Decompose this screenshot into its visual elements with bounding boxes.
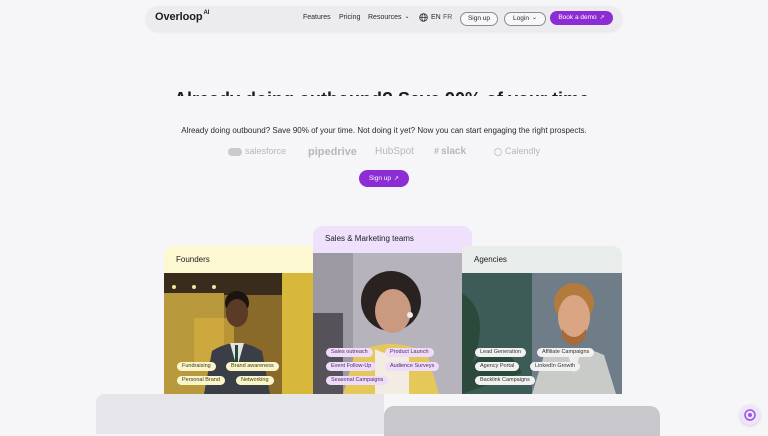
resources-label: Resources xyxy=(368,14,402,21)
tag-audience-surveys: Audience Surveys xyxy=(385,362,440,371)
calendly-text: Calendly xyxy=(505,146,541,156)
sales-photo xyxy=(313,253,462,394)
tag-seasonal-campaigns: Seasonal Campaigns xyxy=(326,376,389,385)
hero-signup-label: Sign up xyxy=(368,175,391,182)
book-demo-label: Book a demo xyxy=(558,14,597,21)
card-title-agencies: Agencies xyxy=(474,255,507,264)
card-title-founders: Founders xyxy=(176,255,210,264)
signup-button[interactable]: Sign up xyxy=(460,12,498,26)
globe-icon[interactable] xyxy=(419,13,428,22)
chevron-down-icon: ⌄ xyxy=(404,14,410,20)
chat-widget-button[interactable] xyxy=(740,405,760,425)
nav-link-resources[interactable]: Resources ⌄ xyxy=(368,14,410,21)
slack-text: slack xyxy=(441,146,467,157)
tag-brand-awareness: Brand awareness xyxy=(226,362,279,371)
tag-backlink-campaigns: Backlink Campaigns xyxy=(475,376,535,385)
lang-en[interactable]: EN xyxy=(431,14,441,21)
logo-text: Overloop xyxy=(155,11,203,23)
integration-logos: salesforce pipedrive HubSpot # slack Cale… xyxy=(228,144,540,160)
external-link-icon: ↗ xyxy=(394,176,400,182)
salesforce-logo: salesforce xyxy=(228,146,286,156)
login-button[interactable]: Login ⌄ xyxy=(504,12,546,26)
pipedrive-logo: pipedrive xyxy=(308,146,357,158)
tag-networking: Networking xyxy=(236,376,274,385)
tag-agency-portal: Agency Portal xyxy=(475,362,520,371)
hubspot-logo: HubSpot xyxy=(375,146,414,157)
tag-affiliate-campaigns: Affiliate Campaigns xyxy=(537,348,595,357)
tag-lead-generation: Lead Generation xyxy=(475,348,526,357)
salesforce-cloud-icon xyxy=(228,147,242,156)
logo-ai-suffix: AI xyxy=(203,10,210,17)
external-link-icon: ↗ xyxy=(599,15,605,21)
card-founders[interactable]: Founders Fundraising Brand awareness Per… xyxy=(164,246,313,394)
chevron-down-icon: ⌄ xyxy=(531,15,537,21)
overloop-logo[interactable]: OverloopAI xyxy=(155,10,210,23)
calendly-logo: Calendly xyxy=(494,146,540,156)
hero-signup-button[interactable]: Sign up ↗ xyxy=(359,170,409,187)
hero-subtitle: Already doing outbound? Save 90% of your… xyxy=(181,126,587,135)
next-section-left xyxy=(96,394,384,434)
tag-sales-outreach: Sales outreach xyxy=(326,348,373,357)
chat-widget-icon xyxy=(744,409,756,421)
salesforce-text: salesforce xyxy=(245,146,287,156)
card-title-sales: Sales & Marketing teams xyxy=(325,234,414,243)
nav-link-features[interactable]: Features xyxy=(303,14,331,21)
slack-logo: # slack xyxy=(434,146,466,157)
tag-product-launch: Product Launch xyxy=(385,348,434,357)
login-label: Login xyxy=(513,15,529,22)
book-demo-button[interactable]: Book a demo ↗ xyxy=(550,11,613,25)
tag-event-follow-up: Event Follow-Up xyxy=(326,362,377,371)
slack-hash-icon: # xyxy=(434,146,440,156)
hero-headline: Already doing outbound? Save 90% of your… xyxy=(0,84,768,96)
tag-personal-brand: Personal Brand xyxy=(177,376,225,385)
nav-link-pricing[interactable]: Pricing xyxy=(339,14,360,21)
card-agencies[interactable]: Agencies Lead Generation Affiliate Campa… xyxy=(462,246,622,394)
top-navbar: OverloopAI Features Pricing Resources ⌄ E… xyxy=(146,6,622,31)
tag-linkedin-growth: LinkedIn Growth xyxy=(530,362,581,371)
card-sales-marketing[interactable]: Sales & Marketing teams Sales outreach P… xyxy=(313,226,472,394)
lang-fr[interactable]: FR xyxy=(443,14,452,21)
tag-fundraising: Fundraising xyxy=(177,362,216,371)
calendly-circle-icon xyxy=(494,147,502,156)
